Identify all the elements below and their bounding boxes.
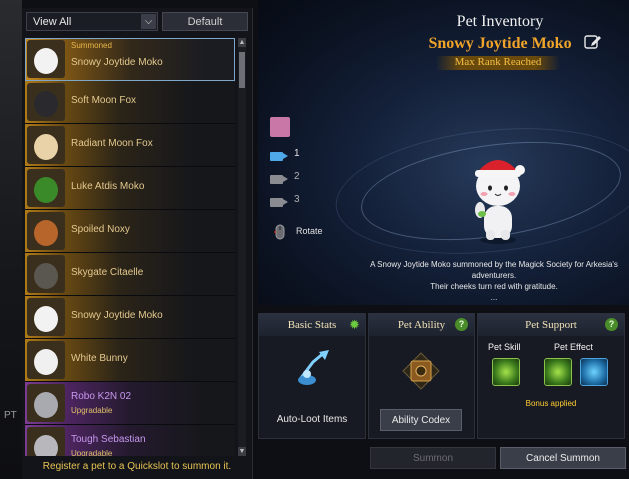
upgradable-status: Upgradable <box>71 406 113 415</box>
pet-name: Radiant Moon Fox <box>71 138 153 149</box>
pet-portrait-icon <box>34 306 58 332</box>
pet-thumbnail <box>27 427 65 456</box>
pet-thumbnail <box>27 212 65 250</box>
pet-ability-panel: Pet Ability ? Ability Codex <box>368 313 475 439</box>
pet-thumbnail <box>27 384 65 422</box>
pet-portrait-icon <box>34 392 58 418</box>
quickslot-hint: Register a pet to a Quickslot to summon … <box>42 461 232 472</box>
pet-info-panels: Basic Stats ✹ Auto-Loot Items Pet Abilit… <box>258 310 629 442</box>
pet-effect-label: Pet Effect <box>554 342 593 352</box>
filter-dropdown[interactable]: View All ⌵ <box>26 12 158 31</box>
pet-list-item[interactable]: Spoiled Noxy <box>25 210 235 253</box>
pet-ability-title-text: Pet Ability <box>397 319 446 331</box>
pet-effect-1-icon[interactable] <box>544 358 572 386</box>
pet-description: A Snowy Joytide Moko summoned by the Mag… <box>360 259 628 303</box>
auto-loot-label: Auto-Loot Items <box>276 414 348 425</box>
pet-portrait-icon <box>34 177 58 203</box>
camera-2-icon[interactable] <box>270 173 288 184</box>
pet-list-item[interactable]: Luke Atdis Moko <box>25 167 235 210</box>
default-sort-button[interactable]: Default <box>162 12 248 31</box>
rotate-label: Rotate <box>296 226 323 236</box>
camera-2-label[interactable]: 2 <box>294 171 300 182</box>
help-icon[interactable]: ? <box>605 318 618 331</box>
pet-thumbnail <box>27 341 65 379</box>
pet-portrait-icon <box>34 435 58 456</box>
pet-list-item[interactable]: Snowy Joytide Moko <box>25 296 235 339</box>
basic-stats-panel: Basic Stats ✹ Auto-Loot Items <box>258 313 366 439</box>
auto-loot-icon <box>298 350 329 385</box>
pet-name: Luke Atdis Moko <box>71 181 145 192</box>
pet-name: Robo K2N 02 <box>71 391 132 402</box>
camera-1-label[interactable]: 1 <box>294 148 300 159</box>
pet-list-panel: View All ⌵ Default Summoned Snowy Joytide… <box>22 8 253 479</box>
pet-name: Spoiled Noxy <box>71 224 130 235</box>
pet-list-item[interactable]: Radiant Moon Fox <box>25 124 235 167</box>
rank-banner: Max Rank Reached <box>436 56 560 70</box>
pet-list-item[interactable]: Summoned Snowy Joytide Moko <box>25 38 235 81</box>
upgradable-status: Upgradable <box>71 449 113 456</box>
description-line: Their cheeks turn red with gratitude. <box>430 282 558 291</box>
pet-portrait-icon <box>34 134 58 160</box>
pet-list-item[interactable]: White Bunny <box>25 339 235 382</box>
pet-portrait-icon <box>34 220 58 246</box>
pet-thumbnail <box>27 126 65 164</box>
edit-name-icon[interactable] <box>584 34 602 50</box>
side-label: PT <box>4 410 17 421</box>
page-title: Pet Inventory <box>456 13 544 30</box>
description-line: ... <box>490 293 498 302</box>
pet-support-title: Pet Support <box>478 314 624 336</box>
bonus-applied-text: Bonus applied <box>525 399 577 408</box>
description-line: adventurers. <box>471 271 517 280</box>
background-left-edge: PT <box>0 0 22 479</box>
pet-model <box>475 160 525 244</box>
pet-support-panel: Pet Support ? Pet Skill Pet Effect Bonus… <box>477 313 625 439</box>
pet-thumbnail <box>27 83 65 121</box>
pet-form-icon[interactable] <box>270 117 290 137</box>
filter-value: View All <box>33 16 72 28</box>
pet-name: Snowy Joytide Moko <box>71 310 163 321</box>
pet-name: Soft Moon Fox <box>71 95 137 106</box>
scroll-thumb[interactable] <box>239 52 245 88</box>
mouse-rotate-icon[interactable] <box>273 224 287 240</box>
pet-thumbnail <box>27 40 65 78</box>
pet-skill-label: Pet Skill <box>488 342 521 352</box>
help-icon[interactable]: ? <box>455 318 468 331</box>
pet-list-item[interactable]: Soft Moon Fox <box>25 81 235 124</box>
pet-effect-2-icon[interactable] <box>580 358 608 386</box>
pet-list: Summoned Snowy Joytide Moko Soft Moon Fox R… <box>25 38 235 456</box>
summon-button[interactable]: Summon <box>370 447 496 469</box>
pet-name: Tough Sebastian <box>71 434 146 445</box>
camera-1-icon[interactable] <box>270 150 288 161</box>
scroll-up-icon[interactable]: ▲ <box>238 38 246 47</box>
summoned-tag: Summoned <box>71 41 112 50</box>
pet-list-item[interactable]: Tough Sebastian Upgradable <box>25 425 235 456</box>
description-line: A Snowy Joytide Moko summoned by the Mag… <box>370 260 618 269</box>
pet-list-item[interactable]: Skygate Citaelle <box>25 253 235 296</box>
ability-codex-button[interactable]: Ability Codex <box>380 409 462 431</box>
pet-portrait-icon <box>34 349 58 375</box>
pet-portrait-icon <box>34 263 58 289</box>
pet-skill-icon[interactable] <box>492 358 520 386</box>
camera-3-label[interactable]: 3 <box>294 194 300 205</box>
pet-name-title: Snowy Joytide Moko <box>428 35 572 52</box>
ability-icon[interactable] <box>402 352 440 390</box>
basic-stats-title-text: Basic Stats <box>287 319 337 331</box>
pet-name: Snowy Joytide Moko <box>71 57 163 68</box>
pet-name: Skygate Citaelle <box>71 267 144 278</box>
cancel-summon-button[interactable]: Cancel Summon <box>500 447 626 469</box>
pet-portrait-icon <box>34 91 58 117</box>
gear-icon[interactable]: ✹ <box>347 317 362 332</box>
pet-name: White Bunny <box>71 353 128 364</box>
pet-thumbnail <box>27 298 65 336</box>
chevron-down-icon[interactable]: ⌵ <box>141 14 156 29</box>
pet-list-item[interactable]: Robo K2N 02 Upgradable <box>25 382 235 425</box>
pet-list-scrollbar[interactable]: ▲ ▼ <box>238 38 246 456</box>
pet-thumbnail <box>27 169 65 207</box>
pet-support-title-text: Pet Support <box>525 319 577 331</box>
scroll-down-icon[interactable]: ▼ <box>238 447 246 456</box>
camera-3-icon[interactable] <box>270 196 288 207</box>
pet-portrait-icon <box>34 48 58 74</box>
pet-thumbnail <box>27 255 65 293</box>
